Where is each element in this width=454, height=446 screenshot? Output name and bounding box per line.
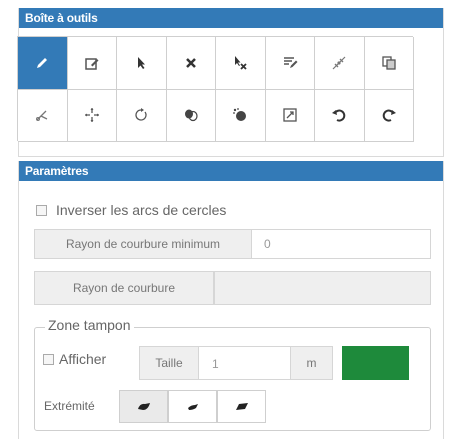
tool-redo[interactable] (364, 89, 414, 142)
cursor-icon (138, 56, 146, 69)
invert-arcs-label: Inverser les arcs de cercles (56, 202, 227, 218)
end-style-label: Extrémité (44, 399, 95, 413)
redo-icon (382, 109, 396, 122)
end-flat-button[interactable] (168, 390, 217, 423)
tool-move[interactable] (67, 89, 117, 142)
buffer-unit: m (290, 346, 333, 380)
invert-arcs-checkbox[interactable] (36, 205, 47, 216)
toolbox-title: Boîte à outils (19, 8, 443, 28)
parameters-title: Paramètres (19, 161, 443, 181)
undo-icon (332, 109, 346, 122)
rotate-icon (135, 108, 147, 121)
cut-icon (36, 110, 48, 122)
tool-merge[interactable] (166, 89, 216, 142)
end-round-button[interactable] (119, 390, 168, 423)
explode-icon (233, 108, 247, 122)
pencil-icon (37, 57, 48, 68)
tool-annotate[interactable] (265, 37, 315, 90)
round-end-icon (137, 402, 150, 410)
radius-input[interactable] (214, 271, 431, 305)
tool-split[interactable] (315, 37, 365, 90)
tool-edit[interactable] (67, 37, 117, 90)
buffer-color-picker[interactable] (342, 346, 409, 380)
buffer-size-label: Taille (139, 346, 199, 380)
tool-grid (17, 36, 414, 142)
resize-icon (283, 108, 297, 122)
tool-rotate[interactable] (117, 89, 167, 142)
tool-cut[interactable] (18, 89, 68, 142)
tool-resize[interactable] (265, 89, 315, 142)
copy-icon (382, 56, 396, 70)
square-end-icon (235, 402, 248, 410)
show-buffer-checkbox[interactable] (43, 354, 54, 365)
min-radius-input[interactable]: 0 (264, 237, 271, 251)
tool-copy[interactable] (364, 37, 414, 90)
min-radius-label: Rayon de courbure minimum (34, 229, 252, 259)
select-delete-icon (235, 55, 247, 70)
show-buffer-label: Afficher (59, 351, 107, 367)
radius-label: Rayon de courbure (34, 271, 214, 305)
tool-select[interactable] (117, 37, 167, 90)
delete-icon (185, 57, 196, 68)
merge-icon (184, 109, 198, 122)
flat-end-icon (187, 403, 198, 410)
edit-icon (85, 58, 99, 70)
tool-undo[interactable] (315, 89, 365, 142)
buffer-size-input[interactable]: 1 (212, 357, 219, 371)
tool-explode[interactable] (216, 89, 266, 142)
annotate-icon (283, 57, 298, 68)
buffer-zone-legend: Zone tampon (45, 317, 134, 333)
tool-delete[interactable] (166, 37, 216, 90)
tool-select-delete[interactable] (216, 37, 266, 90)
move-icon (84, 108, 99, 123)
tool-pencil[interactable] (18, 37, 68, 90)
split-icon (332, 56, 346, 70)
end-square-button[interactable] (217, 390, 266, 423)
